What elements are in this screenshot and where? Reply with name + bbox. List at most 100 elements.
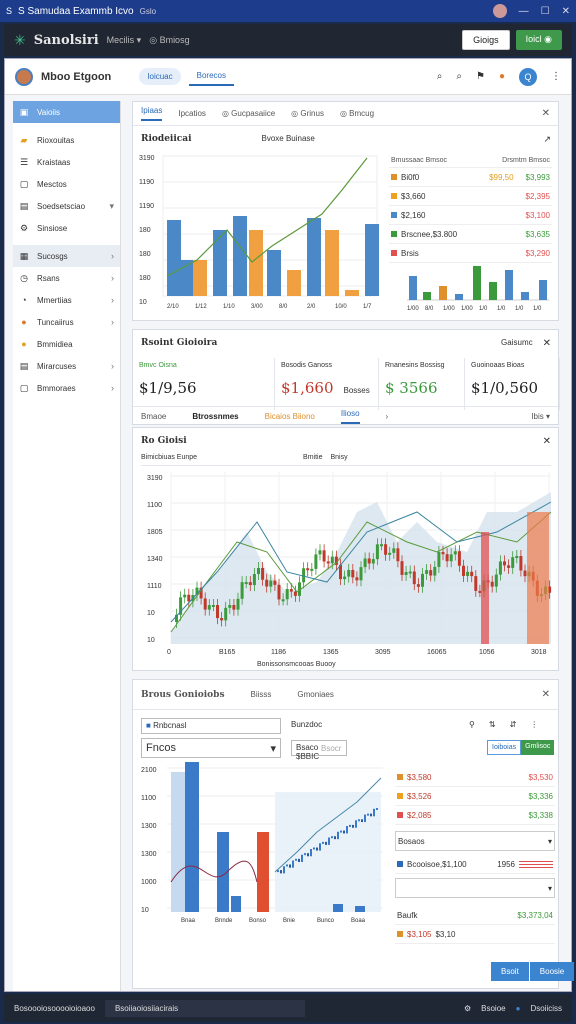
close-icon[interactable]: ✕ — [542, 689, 550, 700]
sidebar-item-6[interactable]: ▦ Sucosgs › — [13, 245, 120, 267]
candle — [236, 598, 240, 610]
expand-icon[interactable]: ↗ — [543, 134, 551, 145]
close-icon[interactable]: ✕ — [543, 338, 551, 349]
forecast-tab-2[interactable]: Biisss — [251, 690, 272, 699]
close-button[interactable]: ✕ — [562, 6, 570, 17]
summary-tab-3[interactable]: Bicaios Biiono — [265, 412, 315, 421]
sidebar-item-2[interactable]: ☰ Kraistaas — [13, 151, 120, 173]
profile-icon[interactable]: Q — [519, 67, 537, 86]
row-label: $3,660 — [401, 191, 426, 201]
square-icon — [391, 193, 397, 199]
sidebar-item-8[interactable]: ◔ Mmertiias › — [13, 289, 120, 311]
filter-icon[interactable]: ⇵ — [510, 720, 517, 729]
y-tick: 1300 — [141, 851, 157, 858]
candle — [328, 837, 330, 845]
summary-tab-4[interactable]: Ilioso — [340, 409, 360, 424]
sidebar: ▣ Vaioiis ▰ Rioxouitas ☰ Kraistaas ▢ Mesctos… — [13, 101, 121, 991]
list-row[interactable]: $3,526 $3,336 — [395, 787, 555, 806]
x-tick: Boaa — [351, 918, 366, 924]
candle — [453, 551, 457, 555]
header-tab-2[interactable]: Borecos — [188, 67, 234, 86]
action-button[interactable]: Gioigs — [462, 30, 510, 50]
sidebar-item-7[interactable]: ◷ Rsans › — [13, 267, 120, 289]
forecast-select[interactable]: Fncos ▾ — [141, 738, 281, 758]
sidebar-item-4[interactable]: ▤ Soedsetsciao ▾ — [13, 195, 120, 217]
sort-icon[interactable]: ⇅ — [489, 720, 496, 729]
icon-a[interactable]: ⚲ — [469, 720, 475, 729]
row-label: $3,580 — [407, 772, 432, 782]
sidebar-item-5[interactable]: ⚙ Sinsiose — [13, 217, 120, 239]
user-menu[interactable]: ◎ Bmiosg — [149, 35, 189, 46]
window-tab[interactable]: Gslo — [140, 7, 156, 16]
user-avatar[interactable] — [492, 4, 507, 18]
list-row[interactable]: Brscnee,$3.800 $3,635 — [389, 225, 552, 244]
primary-button-label: Ioicl — [525, 34, 542, 44]
forecast-tab-1[interactable]: Brous Gonioiobs — [141, 690, 225, 700]
cancel-button[interactable]: Boosie — [528, 962, 575, 981]
forecast-tab-3[interactable]: Gmoniaes — [297, 690, 333, 699]
candle-sub-3[interactable]: Bnisy — [330, 454, 347, 461]
tab-1[interactable]: Ipiaas — [141, 106, 163, 121]
header-tab-1[interactable]: Ioicuac — [139, 68, 181, 85]
maximize-button[interactable]: ☐ — [541, 6, 550, 17]
y-tick: 1805 — [147, 529, 163, 536]
list-row-select[interactable]: ▾ — [395, 878, 555, 898]
info-icon[interactable]: ● — [516, 1004, 521, 1013]
close-icon[interactable]: ✕ — [542, 108, 550, 119]
x-tick: Bonso — [249, 918, 267, 924]
list-row[interactable]: $3,660 $2,395 — [389, 187, 552, 206]
input-2[interactable]: Bsocr — [321, 744, 341, 753]
candle — [257, 567, 260, 575]
square-icon — [391, 174, 397, 180]
candle — [373, 808, 375, 817]
toggle-2[interactable]: Gmlisoc — [521, 740, 555, 755]
save-button[interactable]: Bsoit — [491, 962, 529, 981]
list-row[interactable]: $2,160 $3,100 — [389, 206, 552, 225]
chevron-right-icon[interactable]: › — [386, 412, 389, 421]
summary-action[interactable]: Gaisumc — [501, 338, 533, 349]
bookmark-icon[interactable]: ⚑ — [476, 71, 485, 82]
status-right-1[interactable]: Bsoioe — [481, 1004, 505, 1013]
primary-button[interactable]: Ioicl ◉ — [515, 30, 562, 50]
notification-icon[interactable]: ● — [499, 71, 505, 82]
sidebar-item-10[interactable]: ● Bmmidiea — [13, 333, 120, 355]
row-label: $3,526 — [407, 791, 432, 801]
list-row-select[interactable]: Bosaos ▾ — [395, 831, 555, 851]
more-icon[interactable]: ⋮ — [551, 71, 561, 82]
list-row[interactable]: $3,580 $3,530 — [395, 768, 555, 787]
more-icon[interactable]: ⋮ — [530, 720, 538, 729]
menu-dropdown[interactable]: Mecilis ▾ — [107, 35, 142, 46]
tab-4[interactable]: ◎ Grinus — [291, 109, 324, 118]
sidebar-item-label: Bmmoraes — [37, 383, 76, 393]
status-right-2[interactable]: Dsoiiciss — [530, 1004, 562, 1013]
y-tick: 1340 — [147, 556, 163, 563]
avatar[interactable] — [15, 67, 33, 86]
candle — [340, 830, 342, 833]
summary-tab-5[interactable]: Ibis ▾ — [531, 412, 550, 421]
chevron-right-icon: › — [111, 317, 114, 327]
candle-sub-2[interactable]: Bmitie — [303, 454, 322, 461]
tab-5[interactable]: ◎ Bmcug — [340, 109, 374, 118]
minimize-button[interactable]: — — [519, 6, 529, 17]
sidebar-item-11[interactable]: ▤ Mirarcuses › — [13, 355, 120, 377]
candle — [433, 566, 437, 576]
zoom-icon[interactable]: ⌕ — [456, 71, 462, 82]
sidebar-item-1[interactable]: ▰ Rioxouitas — [13, 129, 120, 151]
status-mid[interactable]: Bsoiiaoiosiiacirais — [104, 999, 305, 1017]
list-row[interactable]: $2,085 $3,338 — [395, 806, 555, 825]
tab-3[interactable]: ◎ Gucpasaiice — [222, 109, 275, 118]
summary-tab-2[interactable]: Btrossnmes — [192, 412, 238, 421]
sidebar-item-3[interactable]: ▢ Mesctos — [13, 173, 120, 195]
tab-2[interactable]: Ipcatios — [178, 109, 206, 118]
sidebar-item-9[interactable]: ● Tuncaiirus › — [13, 311, 120, 333]
sidebar-item-0[interactable]: ▣ Vaioiis — [13, 101, 120, 123]
toggle-1[interactable]: Ioiboias — [487, 740, 522, 755]
list-row[interactable]: Bi0f0 $99,50 $3,993 — [389, 168, 552, 187]
summary-tab-1[interactable]: Bmaoe — [141, 412, 166, 421]
gear-icon[interactable]: ⚙ — [464, 1004, 471, 1013]
sidebar-item-12[interactable]: ▢ Bmmoraes › — [13, 377, 120, 399]
search-icon[interactable]: ⌕ — [437, 71, 443, 82]
select-label-field[interactable]: ■ Rnbcnasl — [141, 718, 281, 734]
close-icon[interactable]: ✕ — [543, 436, 551, 447]
candle — [293, 591, 297, 596]
